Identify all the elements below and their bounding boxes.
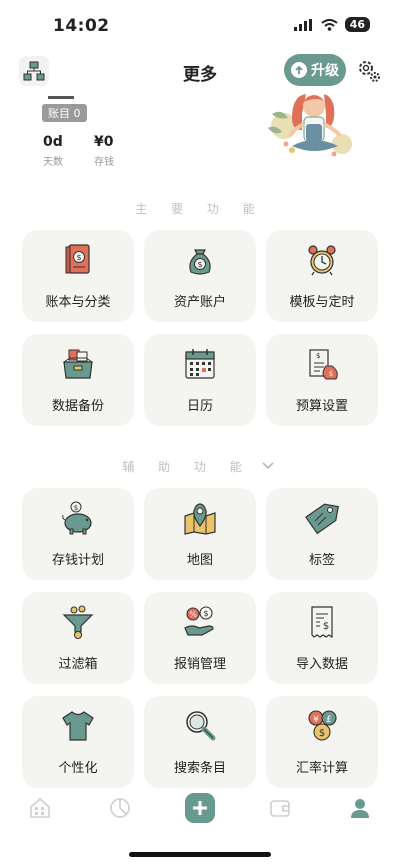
aux-functions-title[interactable]: 辅 助 功 能 xyxy=(0,458,400,475)
ledger-book-icon: $ xyxy=(65,244,90,274)
currency-coins-icon: ¥ £$ xyxy=(308,710,337,741)
saving-value: ¥0 xyxy=(94,134,114,150)
exchange-rate-card[interactable]: ¥ £ $ 汇率计算 xyxy=(266,696,378,788)
tags-card[interactable]: 标签 xyxy=(266,488,378,580)
filter-box-card[interactable]: 过滤箱 xyxy=(22,592,134,684)
settings-button[interactable] xyxy=(356,58,382,88)
svg-text:$: $ xyxy=(316,352,320,360)
gear-icon xyxy=(359,61,380,82)
status-time: 14:02 xyxy=(53,16,110,36)
personalize-label: 个性化 xyxy=(58,761,98,776)
alarm-clock-icon xyxy=(308,245,336,276)
map-label: 地图 xyxy=(186,553,213,568)
svg-text:$: $ xyxy=(74,504,78,512)
personalize-card[interactable]: 个性化 xyxy=(22,696,134,788)
wallet-icon xyxy=(270,800,290,817)
status-bar: 14:02 46 xyxy=(0,0,400,52)
entries-badge: 账目 0 xyxy=(42,104,87,122)
bottom-tab-bar xyxy=(0,790,400,836)
svg-text:$: $ xyxy=(197,260,202,269)
import-data-card[interactable]: $ 导入数据 xyxy=(266,592,378,684)
meditation-illustration xyxy=(268,94,352,157)
reimbursement-card[interactable]: % $ 报销管理 xyxy=(144,592,256,684)
reimbursement-label: 报销管理 xyxy=(173,657,226,672)
tag-icon xyxy=(305,503,339,535)
saving-label: 存钱 xyxy=(94,157,114,168)
chevron-down-icon xyxy=(262,462,274,470)
ledger-category-card[interactable]: $ 账本与分类 xyxy=(22,230,134,322)
data-backup-label: 数据备份 xyxy=(51,399,104,414)
calendar-icon xyxy=(185,349,215,379)
ledger-category-label: 账本与分类 xyxy=(45,295,111,310)
aux-title-text: 辅 助 功 能 xyxy=(122,460,252,474)
home-indicator[interactable] xyxy=(129,852,271,857)
svg-text:¥: ¥ xyxy=(313,715,319,725)
budget-settings-card[interactable]: $ $ 预算设置 xyxy=(266,334,378,426)
days-label: 天数 xyxy=(43,157,63,168)
search-entries-label: 搜索条目 xyxy=(173,761,226,776)
saving-plan-label: 存钱计划 xyxy=(51,553,104,568)
data-backup-card[interactable]: 数据备份 xyxy=(22,334,134,426)
tab-wallet[interactable] xyxy=(262,790,298,826)
template-schedule-card[interactable]: 模板与定时 xyxy=(266,230,378,322)
saving-stat: ¥0 存钱 xyxy=(94,134,114,168)
svg-text:$: $ xyxy=(329,370,333,378)
tab-profile[interactable] xyxy=(342,790,378,826)
map-pin-icon xyxy=(184,503,216,535)
home-icon xyxy=(30,797,50,818)
saving-plan-card[interactable]: $ 存钱计划 xyxy=(22,488,134,580)
svg-text:$: $ xyxy=(323,621,329,632)
svg-text:%: % xyxy=(189,610,197,619)
filter-box-label: 过滤箱 xyxy=(58,657,98,672)
calendar-card[interactable]: 日历 xyxy=(144,334,256,426)
reimbursement-hand-icon: % $ xyxy=(184,606,214,636)
svg-text:$: $ xyxy=(319,728,325,739)
upgrade-button[interactable]: 升级 xyxy=(284,54,346,86)
search-entries-card[interactable]: 搜索条目 xyxy=(144,696,256,788)
arrow-up-icon xyxy=(291,62,307,78)
template-schedule-label: 模板与定时 xyxy=(289,295,355,310)
budget-receipt-icon: $$ xyxy=(309,349,338,380)
user-icon xyxy=(351,799,369,818)
backup-box-icon xyxy=(63,349,93,379)
profile-summary[interactable]: 账目 0 0d 天数 ¥0 存钱 xyxy=(0,92,400,202)
pie-chart-icon xyxy=(110,798,130,818)
main-functions-title: 主 要 功 能 xyxy=(135,202,265,216)
user-name-fragment xyxy=(48,88,74,99)
receipt-icon: $ xyxy=(311,606,333,639)
tab-stats[interactable] xyxy=(102,790,138,826)
asset-account-label: 资产账户 xyxy=(173,295,226,310)
tab-add[interactable] xyxy=(182,790,218,826)
signal-icon xyxy=(293,18,312,31)
search-icon xyxy=(186,711,216,741)
battery-indicator: 46 xyxy=(344,17,370,32)
tab-home[interactable] xyxy=(22,790,58,826)
svg-text:£: £ xyxy=(326,715,332,725)
exchange-rate-label: 汇率计算 xyxy=(295,761,348,776)
svg-text:$: $ xyxy=(76,253,81,262)
funnel-icon xyxy=(62,605,94,639)
map-card[interactable]: 地图 xyxy=(144,488,256,580)
piggy-bank-icon: $ xyxy=(62,501,92,535)
upgrade-label: 升级 xyxy=(311,63,339,79)
add-icon xyxy=(185,793,215,823)
money-bag-icon: $ xyxy=(189,249,211,275)
wifi-icon xyxy=(321,18,338,31)
tags-label: 标签 xyxy=(308,553,335,568)
svg-text:$: $ xyxy=(203,609,208,618)
days-stat: 0d 天数 xyxy=(43,134,63,168)
budget-settings-label: 预算设置 xyxy=(295,399,348,414)
calendar-label: 日历 xyxy=(186,399,213,414)
import-data-label: 导入数据 xyxy=(295,657,348,672)
days-value: 0d xyxy=(43,134,63,150)
asset-account-card[interactable]: $ 资产账户 xyxy=(144,230,256,322)
tshirt-icon xyxy=(62,711,94,741)
